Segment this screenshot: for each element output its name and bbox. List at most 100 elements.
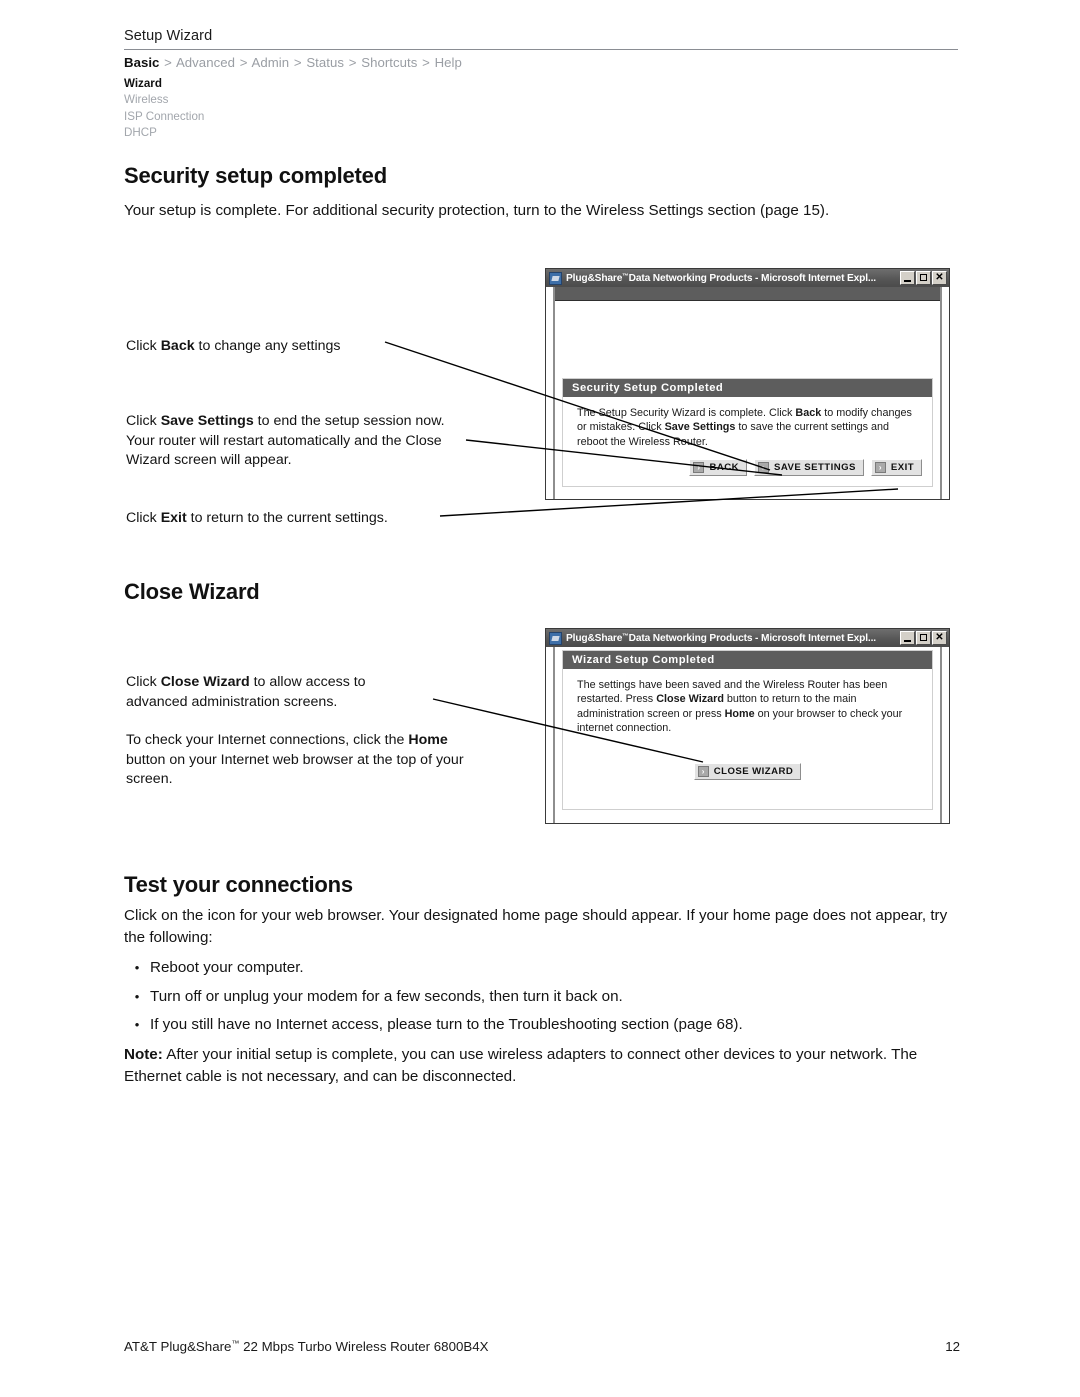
callout-exit-pre: Click [126,510,161,526]
subnav: Wizard Wireless ISP Connection DHCP [124,76,204,141]
panel-text-1: The Setup Security Wizard is complete. C… [577,407,796,419]
note-paragraph: Note: After your initial setup is comple… [124,1044,960,1087]
panel-body-security: The Setup Security Wizard is complete. C… [563,397,932,459]
callout-save-settings: Click Save Settings to end the setup ses… [126,412,466,471]
internet-explorer-icon [549,631,562,645]
close-icon[interactable]: ✕ [932,271,947,285]
header-divider [124,49,958,50]
callout-home-bold: Home [408,732,448,748]
bullet-marker-icon: • [134,988,140,1004]
chevron-right-icon: › [697,765,709,777]
callout-back-post: to change any settings [194,338,341,354]
page-footer: AT&T Plug&Share™ 22 Mbps Turbo Wireless … [124,1339,960,1354]
bullet-marker-icon: • [134,1017,140,1032]
note-label: Note: [124,1046,163,1063]
breadcrumb-separator: > [239,55,248,70]
exit-button[interactable]: › EXIT [870,459,922,477]
subnav-item-wizard[interactable]: Wizard [124,76,204,92]
breadcrumb-item-status[interactable]: Status [306,55,344,70]
security-setup-panel: Security Setup Completed The Setup Secur… [562,378,933,488]
save-settings-button-label: SAVE SETTINGS [773,462,856,474]
chevron-right-icon: › [693,462,705,474]
browser-window-security-setup[interactable]: Plug&Share™Data Networking Products - Mi… [545,268,950,500]
back-button[interactable]: › BACK [689,459,747,477]
footer-suffix: 22 Mbps Turbo Wireless Router 6800B4X [239,1339,489,1354]
page-gutter-right [940,287,949,499]
callout-home: To check your Internet connections, clic… [126,731,466,790]
window-controls: ✕ [900,271,947,285]
heading-test-your-connections: Test your connections [124,872,353,897]
panel-bold-back: Back [795,407,822,419]
security-intro-paragraph: Your setup is complete. For additional s… [124,202,830,219]
callout-back: Click Back to change any settings [126,337,426,357]
browser-window-wizard-setup[interactable]: Plug&Share™Data Networking Products - Mi… [545,628,950,824]
browser-title: Plug&Share™Data Networking Products - Mi… [566,633,900,644]
callout-close-pre: Click [126,674,161,690]
chevron-right-icon: › [874,462,886,474]
router-nav-strip [555,287,940,301]
back-button-label: BACK [709,462,739,474]
list-item: • Turn off or unplug your modem for a fe… [124,986,960,1008]
router-admin-page: Wizard Setup Completed The settings have… [555,647,940,823]
minimize-icon[interactable] [900,631,915,645]
maximize-icon[interactable] [916,271,931,285]
subnav-item-wireless[interactable]: Wireless [124,92,204,108]
breadcrumb-item-admin[interactable]: Admin [251,55,289,70]
callout-exit: Click Exit to return to the current sett… [126,509,456,529]
panel-heading-wizard: Wizard Setup Completed [563,651,932,669]
maximize-icon[interactable] [916,631,931,645]
callout-close-bold: Close Wizard [160,674,250,690]
page-gutter-left [546,647,555,823]
breadcrumb-item-help[interactable]: Help [435,55,462,70]
subnav-item-dhcp[interactable]: DHCP [124,125,204,141]
list-item: • If you still have no Internet access, … [124,1014,960,1036]
heading-security-setup-completed: Security setup completed [124,163,387,188]
callout-save-pre: Click [126,413,161,429]
exit-button-label: EXIT [890,462,914,474]
troubleshooting-bullet-list: • Reboot your computer. • Turn off or un… [124,957,960,1043]
close-icon[interactable]: ✕ [932,631,947,645]
callout-close-wizard: Click Close Wizard to allow access to ad… [126,673,426,712]
callout-exit-bold: Exit [160,510,187,526]
breadcrumb-item-shortcuts[interactable]: Shortcuts [361,55,417,70]
subnav-item-isp-connection[interactable]: ISP Connection [124,109,204,125]
router-admin-page: Security Setup Completed The Setup Secur… [555,287,940,499]
security-panel-button-row: › BACK › SAVE SETTINGS › EXIT [563,459,932,486]
callout-back-pre: Click [126,338,161,354]
list-item: • Reboot your computer. [124,957,960,979]
breadcrumb-item-advanced[interactable]: Advanced [176,55,235,70]
browser-title: Plug&Share™Data Networking Products - Mi… [566,273,900,284]
footer-page-number: 12 [945,1339,960,1354]
page-gutter-left [546,287,555,499]
panel-bold-home: Home [724,707,755,720]
minimize-icon[interactable] [900,271,915,285]
page-gutter-right [940,647,949,823]
panel-body-wizard: The settings have been saved and the Wir… [563,669,932,746]
bullet-marker-icon: • [134,960,140,975]
browser-body: Security Setup Completed The Setup Secur… [546,287,949,499]
breadcrumb-item-basic[interactable]: Basic [124,55,159,70]
save-settings-button[interactable]: › SAVE SETTINGS [753,459,864,477]
breadcrumb: Basic > Advanced > Admin > Status > Shor… [124,55,462,70]
breadcrumb-separator: > [293,55,302,70]
footer-prefix: AT&T Plug&Share [124,1339,232,1354]
panel-heading-security: Security Setup Completed [563,379,932,397]
window-controls: ✕ [900,631,947,645]
internet-explorer-icon [549,271,562,285]
footer-product-name: AT&T Plug&Share™ 22 Mbps Turbo Wireless … [124,1339,489,1354]
browser-title-prefix: Plug&Share [566,632,623,644]
wizard-setup-panel: Wizard Setup Completed The settings have… [562,650,933,810]
breadcrumb-separator: > [348,55,357,70]
list-item-label: Reboot your computer. [150,959,304,976]
browser-title-prefix: Plug&Share [566,272,623,284]
browser-titlebar: Plug&Share™Data Networking Products - Mi… [546,629,949,647]
panel-bold-save-settings: Save Settings [664,421,736,434]
breadcrumb-separator: > [164,55,172,70]
note-text: After your initial setup is complete, yo… [124,1046,918,1085]
callout-exit-post: to return to the current settings. [186,510,388,526]
callout-save-bold: Save Settings [160,413,254,429]
breadcrumb-separator: > [422,55,430,70]
heading-close-wizard: Close Wizard [124,579,260,604]
close-wizard-button[interactable]: › CLOSE WIZARD [693,762,802,780]
wizard-panel-button-row: › CLOSE WIZARD [563,746,932,780]
